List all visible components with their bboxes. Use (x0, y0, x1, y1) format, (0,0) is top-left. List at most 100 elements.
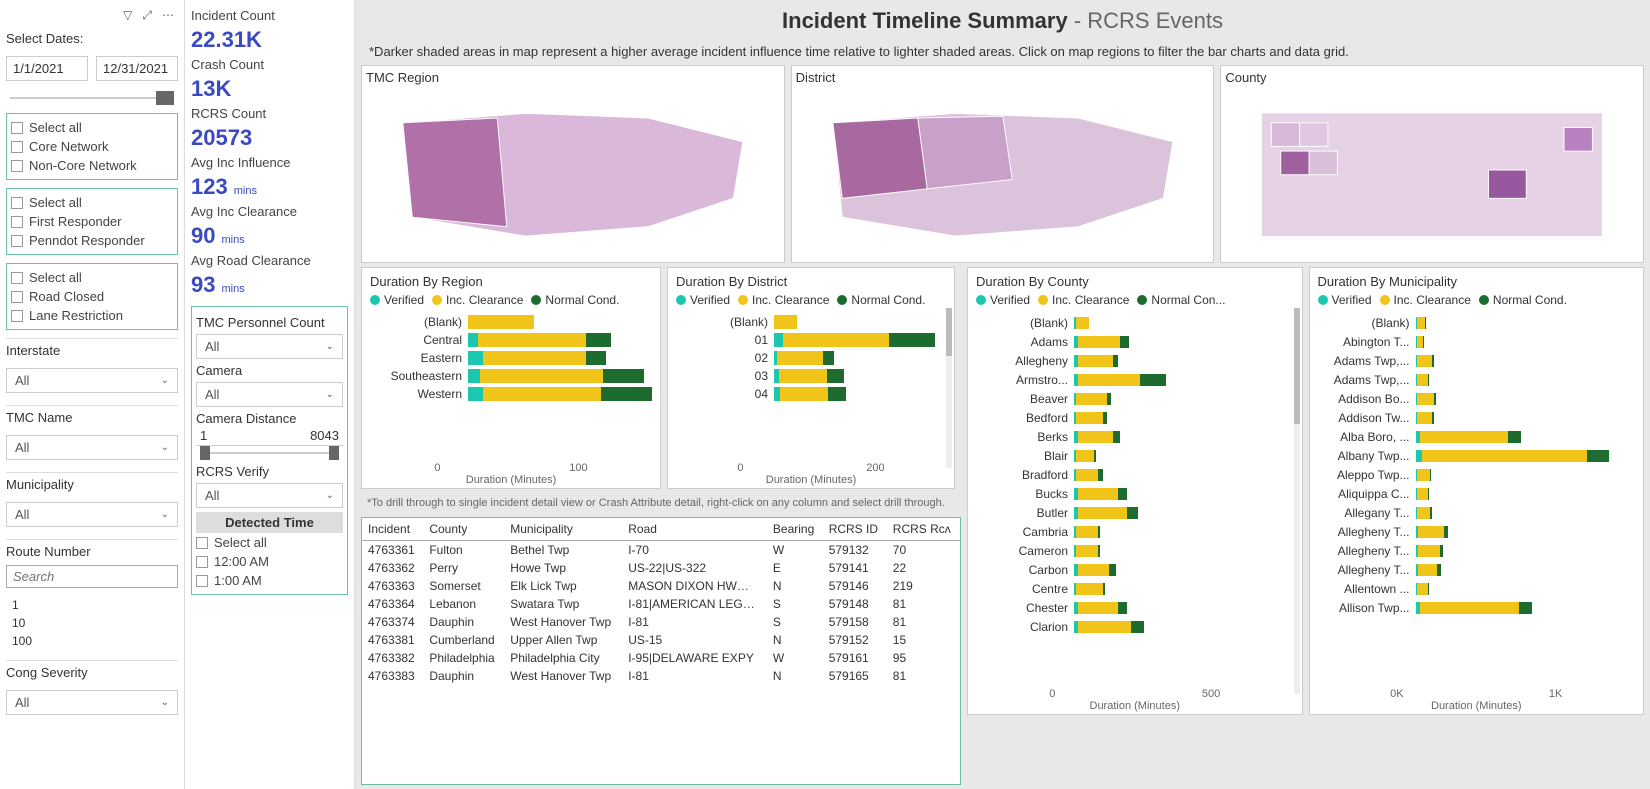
table-row[interactable]: 4763362PerryHowe TwpUS-22|US-322E5791412… (362, 559, 960, 577)
bar-row[interactable]: (Blank) (370, 315, 652, 329)
bar-row[interactable]: Adams Twp,... (1318, 372, 1636, 388)
checkbox-icon[interactable] (11, 141, 23, 153)
bar-row[interactable]: Western (370, 387, 652, 401)
chart-region[interactable]: Duration By Region Verified Inc. Clearan… (361, 267, 661, 489)
slicer-responder[interactable]: Select allFirst ResponderPenndot Respond… (6, 188, 178, 255)
bar-row[interactable]: Centre (976, 581, 1294, 597)
bar-row[interactable]: 01 (676, 333, 946, 347)
table-header[interactable]: RCRS ID (823, 518, 887, 541)
checklist-item[interactable]: Select all (11, 118, 173, 137)
bar-row[interactable]: Berks (976, 429, 1294, 445)
checklist-item[interactable]: Penndot Responder (11, 231, 173, 250)
bar-row[interactable]: Allegheny T... (1318, 524, 1636, 540)
bar-row[interactable]: Cameron (976, 543, 1294, 559)
bar-row[interactable]: Allegheny (976, 353, 1294, 369)
route-search-input[interactable] (6, 565, 178, 588)
date-slider[interactable] (6, 91, 178, 105)
incidents-table[interactable]: IncidentCountyMunicipalityRoadBearingRCR… (361, 517, 961, 785)
checkbox-icon[interactable] (196, 556, 208, 568)
table-row[interactable]: 4763382PhiladelphiaPhiladelphia CityI-95… (362, 649, 960, 667)
filter-icon[interactable]: ▽ (123, 8, 132, 23)
chart-county[interactable]: Duration By County Verified Inc. Clearan… (967, 267, 1303, 715)
chart-municipality[interactable]: Duration By Municipality Verified Inc. C… (1309, 267, 1645, 715)
bar-row[interactable]: Aleppo Twp... (1318, 467, 1636, 483)
checklist-item[interactable]: First Responder (11, 212, 173, 231)
checklist-item[interactable]: Non-Core Network (11, 156, 173, 175)
bar-row[interactable]: Bedford (976, 410, 1294, 426)
bar-row[interactable]: Adams (976, 334, 1294, 350)
table-row[interactable]: 4763381CumberlandUpper Allen TwpUS-15N57… (362, 631, 960, 649)
table-header[interactable]: Road (622, 518, 767, 541)
table-header[interactable]: Municipality (504, 518, 622, 541)
interstate-dropdown[interactable]: All⌄ (6, 368, 178, 393)
table-row[interactable]: 4763374DauphinWest Hanover TwpI-81S57915… (362, 613, 960, 631)
bar-row[interactable]: Allegheny T... (1318, 562, 1636, 578)
municipality-dropdown[interactable]: All⌄ (6, 502, 178, 527)
checklist-item[interactable]: Select all (11, 268, 173, 287)
bar-row[interactable]: (Blank) (976, 315, 1294, 331)
checklist-item[interactable]: 12:00 AM (196, 552, 343, 571)
checklist-item[interactable]: Select all (11, 193, 173, 212)
bar-row[interactable]: Alba Boro, ... (1318, 429, 1636, 445)
table-row[interactable]: 4763361FultonBethel TwpI-70W57913270 (362, 541, 960, 560)
bar-row[interactable]: Aliquippa C... (1318, 486, 1636, 502)
bar-row[interactable]: Southeastern (370, 369, 652, 383)
checkbox-icon[interactable] (11, 122, 23, 134)
bar-row[interactable]: Addison Bo... (1318, 391, 1636, 407)
bar-row[interactable]: Central (370, 333, 652, 347)
cam-dist-slider[interactable] (196, 446, 343, 460)
slicer-network[interactable]: Select allCore NetworkNon-Core Network (6, 113, 178, 180)
bar-row[interactable]: Beaver (976, 391, 1294, 407)
checklist-item[interactable]: Select all (196, 533, 343, 552)
bar-row[interactable]: Allentown ... (1318, 581, 1636, 597)
verify-dropdown[interactable]: All⌄ (196, 483, 343, 508)
map-tmc-region[interactable]: TMC Region (361, 65, 785, 263)
bar-row[interactable]: (Blank) (676, 315, 946, 329)
table-row[interactable]: 4763363SomersetElk Lick TwpMASON DIXON H… (362, 577, 960, 595)
bar-row[interactable]: Cambria (976, 524, 1294, 540)
table-header[interactable]: Incident (362, 518, 423, 541)
table-header[interactable]: County (423, 518, 504, 541)
bar-row[interactable]: Allison Twp... (1318, 600, 1636, 616)
bar-row[interactable]: Albany Twp... (1318, 448, 1636, 464)
bar-row[interactable]: 04 (676, 387, 946, 401)
checkbox-icon[interactable] (11, 216, 23, 228)
more-icon[interactable]: ⋯ (162, 8, 174, 23)
bar-row[interactable]: Allegany T... (1318, 505, 1636, 521)
bar-row[interactable]: Bradford (976, 467, 1294, 483)
checkbox-icon[interactable] (196, 537, 208, 549)
bar-row[interactable]: Chester (976, 600, 1294, 616)
focus-icon[interactable]: ⤢ (142, 8, 152, 23)
bar-row[interactable]: Addison Tw... (1318, 410, 1636, 426)
bar-row[interactable]: Carbon (976, 562, 1294, 578)
map-district[interactable]: District (791, 65, 1215, 263)
tmc-dropdown[interactable]: All⌄ (6, 435, 178, 460)
scrollbar[interactable] (1294, 308, 1300, 694)
checklist-item[interactable]: Road Closed (11, 287, 173, 306)
bar-row[interactable]: Butler (976, 505, 1294, 521)
bar-row[interactable]: Blair (976, 448, 1294, 464)
camera-dropdown[interactable]: All⌄ (196, 382, 343, 407)
checklist-item[interactable]: 1:00 AM (196, 571, 343, 590)
route-list[interactable]: 110100 (6, 594, 178, 652)
map-county[interactable]: County (1220, 65, 1644, 263)
date-from[interactable]: 1/1/2021 (6, 56, 88, 81)
table-row[interactable]: 4763383DauphinWest Hanover TwpI-81N57916… (362, 667, 960, 685)
slicer-road[interactable]: Select allRoad ClosedLane Restriction (6, 263, 178, 330)
chart-district[interactable]: Duration By District Verified Inc. Clear… (667, 267, 955, 489)
checkbox-icon[interactable] (11, 310, 23, 322)
list-item[interactable]: 100 (12, 632, 172, 650)
date-to[interactable]: 12/31/2021 (96, 56, 178, 81)
bar-row[interactable]: Eastern (370, 351, 652, 365)
bar-row[interactable]: 03 (676, 369, 946, 383)
bar-row[interactable]: 02 (676, 351, 946, 365)
checkbox-icon[interactable] (11, 197, 23, 209)
bar-row[interactable]: Clarion (976, 619, 1294, 635)
cam-dist-range[interactable]: 18043 (196, 426, 343, 446)
personnel-dropdown[interactable]: All⌄ (196, 334, 343, 359)
table-row[interactable]: 4763364LebanonSwatara TwpI-81|AMERICAN L… (362, 595, 960, 613)
bar-row[interactable]: Abington T... (1318, 334, 1636, 350)
bar-row[interactable]: Adams Twp,... (1318, 353, 1636, 369)
list-item[interactable]: 10 (12, 614, 172, 632)
checkbox-icon[interactable] (196, 575, 208, 587)
